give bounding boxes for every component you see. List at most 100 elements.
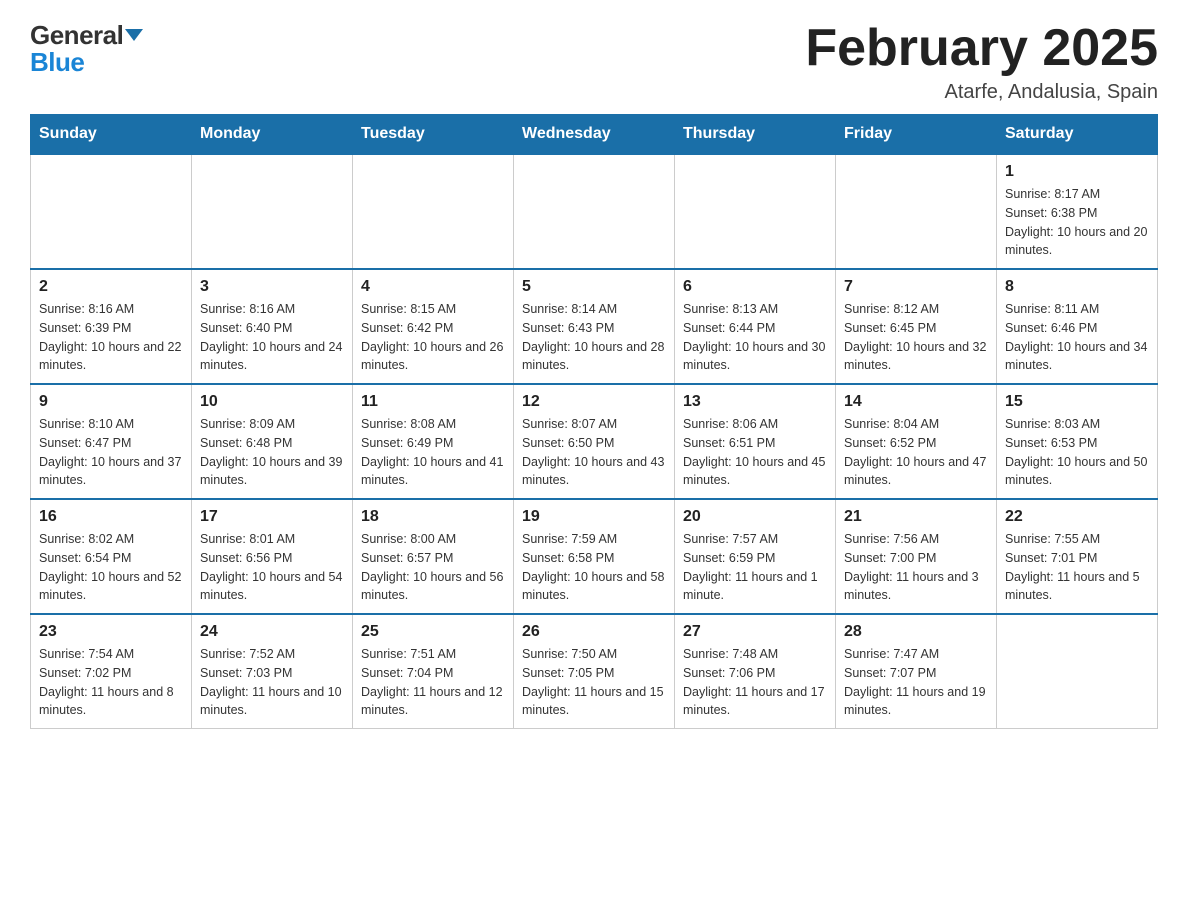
day-number: 15 <box>1005 393 1149 411</box>
week-row-4: 16Sunrise: 8:02 AMSunset: 6:54 PMDayligh… <box>31 499 1158 614</box>
week-row-5: 23 Sunrise: 7:54 AMSunset: 7:02 PMDayligh… <box>31 614 1158 729</box>
day-number: 25 <box>361 623 505 641</box>
calendar-body: 1 Sunrise: 8:17 AMSunset: 6:38 PMDaylight… <box>31 154 1158 729</box>
day-info: Sunrise: 8:12 AMSunset: 6:45 PMDaylight:… <box>844 300 988 375</box>
calendar-cell: 25 Sunrise: 7:51 AMSunset: 7:04 PMDayligh… <box>353 614 514 729</box>
calendar-cell: 21 Sunrise: 7:56 AMSunset: 7:00 PMDayligh… <box>836 499 997 614</box>
calendar-cell: 4 Sunrise: 8:15 AMSunset: 6:42 PMDaylight… <box>353 269 514 384</box>
day-number: 17 <box>200 508 344 526</box>
day-info: Sunrise: 8:01 AMSunset: 6:56 PMDaylight:… <box>200 530 344 605</box>
calendar-cell: 10Sunrise: 8:09 AMSunset: 6:48 PMDayligh… <box>192 384 353 499</box>
calendar-cell: 9 Sunrise: 8:10 AMSunset: 6:47 PMDaylight… <box>31 384 192 499</box>
calendar-cell: 7 Sunrise: 8:12 AMSunset: 6:45 PMDaylight… <box>836 269 997 384</box>
calendar-cell: 23 Sunrise: 7:54 AMSunset: 7:02 PMDayligh… <box>31 614 192 729</box>
week-row-2: 2 Sunrise: 8:16 AMSunset: 6:39 PMDaylight… <box>31 269 1158 384</box>
calendar-cell <box>997 614 1158 729</box>
calendar-cell: 28Sunrise: 7:47 AMSunset: 7:07 PMDayligh… <box>836 614 997 729</box>
day-info: Sunrise: 8:10 AMSunset: 6:47 PMDaylight:… <box>39 415 183 490</box>
calendar-cell: 2 Sunrise: 8:16 AMSunset: 6:39 PMDaylight… <box>31 269 192 384</box>
day-number: 7 <box>844 278 988 296</box>
weekday-header-tuesday: Tuesday <box>353 115 514 155</box>
calendar-cell: 15 Sunrise: 8:03 AMSunset: 6:53 PMDayligh… <box>997 384 1158 499</box>
weekday-header-friday: Friday <box>836 115 997 155</box>
day-number: 4 <box>361 278 505 296</box>
day-info: Sunrise: 8:06 AMSunset: 6:51 PMDaylight:… <box>683 415 827 490</box>
day-number: 28 <box>844 623 988 641</box>
calendar-cell: 1 Sunrise: 8:17 AMSunset: 6:38 PMDaylight… <box>997 154 1158 269</box>
calendar-cell <box>31 154 192 269</box>
day-number: 6 <box>683 278 827 296</box>
calendar-cell <box>836 154 997 269</box>
day-info: Sunrise: 8:03 AMSunset: 6:53 PMDaylight:… <box>1005 415 1149 490</box>
calendar-cell: 16Sunrise: 8:02 AMSunset: 6:54 PMDayligh… <box>31 499 192 614</box>
day-number: 26 <box>522 623 666 641</box>
day-info: Sunrise: 8:13 AMSunset: 6:44 PMDaylight:… <box>683 300 827 375</box>
day-info: Sunrise: 8:00 AMSunset: 6:57 PMDaylight:… <box>361 530 505 605</box>
calendar-cell: 3 Sunrise: 8:16 AMSunset: 6:40 PMDaylight… <box>192 269 353 384</box>
day-number: 1 <box>1005 163 1149 181</box>
calendar-cell <box>675 154 836 269</box>
calendar-header: SundayMondayTuesdayWednesdayThursdayFrid… <box>31 115 1158 155</box>
calendar-cell: 26Sunrise: 7:50 AMSunset: 7:05 PMDayligh… <box>514 614 675 729</box>
title-block: February 2025 Atarfe, Andalusia, Spain <box>805 20 1158 104</box>
weekday-header-wednesday: Wednesday <box>514 115 675 155</box>
day-number: 19 <box>522 508 666 526</box>
day-info: Sunrise: 7:55 AMSunset: 7:01 PMDaylight:… <box>1005 530 1149 605</box>
weekday-header-sunday: Sunday <box>31 115 192 155</box>
weekday-header-saturday: Saturday <box>997 115 1158 155</box>
calendar-cell: 8 Sunrise: 8:11 AMSunset: 6:46 PMDaylight… <box>997 269 1158 384</box>
calendar-cell: 27 Sunrise: 7:48 AMSunset: 7:06 PMDayligh… <box>675 614 836 729</box>
week-row-1: 1 Sunrise: 8:17 AMSunset: 6:38 PMDaylight… <box>31 154 1158 269</box>
day-number: 10 <box>200 393 344 411</box>
calendar-cell <box>353 154 514 269</box>
logo-arrow-icon <box>125 29 143 41</box>
day-info: Sunrise: 8:08 AMSunset: 6:49 PMDaylight:… <box>361 415 505 490</box>
day-number: 3 <box>200 278 344 296</box>
week-row-3: 9 Sunrise: 8:10 AMSunset: 6:47 PMDaylight… <box>31 384 1158 499</box>
day-info: Sunrise: 8:11 AMSunset: 6:46 PMDaylight:… <box>1005 300 1149 375</box>
calendar-cell: 19 Sunrise: 7:59 AMSunset: 6:58 PMDayligh… <box>514 499 675 614</box>
logo: General Blue <box>30 20 143 78</box>
day-number: 18 <box>361 508 505 526</box>
day-number: 16 <box>39 508 183 526</box>
day-number: 23 <box>39 623 183 641</box>
day-number: 2 <box>39 278 183 296</box>
calendar-cell: 11 Sunrise: 8:08 AMSunset: 6:49 PMDayligh… <box>353 384 514 499</box>
day-info: Sunrise: 7:48 AMSunset: 7:06 PMDaylight:… <box>683 645 827 720</box>
day-number: 9 <box>39 393 183 411</box>
calendar-cell <box>192 154 353 269</box>
calendar-cell: 18 Sunrise: 8:00 AMSunset: 6:57 PMDayligh… <box>353 499 514 614</box>
day-number: 20 <box>683 508 827 526</box>
weekday-header-monday: Monday <box>192 115 353 155</box>
day-info: Sunrise: 7:56 AMSunset: 7:00 PMDaylight:… <box>844 530 988 605</box>
day-number: 27 <box>683 623 827 641</box>
day-info: Sunrise: 8:16 AMSunset: 6:39 PMDaylight:… <box>39 300 183 375</box>
calendar-cell: 17 Sunrise: 8:01 AMSunset: 6:56 PMDayligh… <box>192 499 353 614</box>
logo-blue-text: Blue <box>30 47 84 78</box>
day-info: Sunrise: 7:59 AMSunset: 6:58 PMDaylight:… <box>522 530 666 605</box>
day-info: Sunrise: 7:54 AMSunset: 7:02 PMDaylight:… <box>39 645 183 720</box>
weekday-header-thursday: Thursday <box>675 115 836 155</box>
day-number: 14 <box>844 393 988 411</box>
calendar-cell: 24Sunrise: 7:52 AMSunset: 7:03 PMDayligh… <box>192 614 353 729</box>
day-info: Sunrise: 8:15 AMSunset: 6:42 PMDaylight:… <box>361 300 505 375</box>
day-info: Sunrise: 8:07 AMSunset: 6:50 PMDaylight:… <box>522 415 666 490</box>
day-number: 8 <box>1005 278 1149 296</box>
calendar-subtitle: Atarfe, Andalusia, Spain <box>805 81 1158 104</box>
page-header: General Blue February 2025 Atarfe, Andal… <box>30 20 1158 104</box>
day-number: 12 <box>522 393 666 411</box>
day-number: 13 <box>683 393 827 411</box>
calendar-cell: 13 Sunrise: 8:06 AMSunset: 6:51 PMDayligh… <box>675 384 836 499</box>
calendar-cell: 14 Sunrise: 8:04 AMSunset: 6:52 PMDayligh… <box>836 384 997 499</box>
day-number: 21 <box>844 508 988 526</box>
day-info: Sunrise: 8:16 AMSunset: 6:40 PMDaylight:… <box>200 300 344 375</box>
day-info: Sunrise: 8:04 AMSunset: 6:52 PMDaylight:… <box>844 415 988 490</box>
day-number: 5 <box>522 278 666 296</box>
day-info: Sunrise: 7:51 AMSunset: 7:04 PMDaylight:… <box>361 645 505 720</box>
day-info: Sunrise: 8:17 AMSunset: 6:38 PMDaylight:… <box>1005 185 1149 260</box>
calendar-title: February 2025 <box>805 20 1158 77</box>
day-number: 11 <box>361 393 505 411</box>
calendar-cell: 5Sunrise: 8:14 AMSunset: 6:43 PMDaylight… <box>514 269 675 384</box>
calendar-table: SundayMondayTuesdayWednesdayThursdayFrid… <box>30 114 1158 729</box>
calendar-cell: 20Sunrise: 7:57 AMSunset: 6:59 PMDayligh… <box>675 499 836 614</box>
